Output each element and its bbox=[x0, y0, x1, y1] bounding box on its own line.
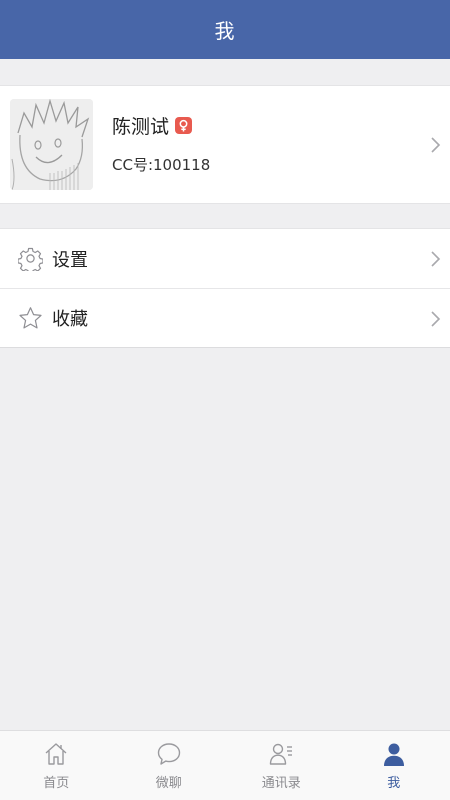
gear-icon bbox=[18, 247, 43, 271]
tab-label: 首页 bbox=[43, 776, 70, 791]
tab-label: 微聊 bbox=[155, 776, 182, 791]
female-icon bbox=[175, 116, 193, 134]
tab-chat[interactable]: 微聊 bbox=[113, 731, 226, 800]
star-icon bbox=[19, 306, 42, 328]
profile-card[interactable]: 陈测试 CC号:100118 bbox=[0, 85, 450, 204]
contacts-icon bbox=[270, 743, 293, 765]
avatar[interactable] bbox=[10, 99, 93, 190]
cc-id: CC号:100118 bbox=[112, 156, 211, 174]
avatar-sketch-image bbox=[10, 99, 93, 190]
chat-bubble-icon bbox=[157, 743, 180, 765]
tab-contacts[interactable]: 通讯录 bbox=[225, 731, 338, 800]
top-bar: 我 bbox=[0, 0, 450, 59]
menu-item-settings[interactable]: 设置 bbox=[0, 229, 450, 288]
home-icon bbox=[45, 743, 67, 765]
menu-item-favorites[interactable]: 收藏 bbox=[0, 288, 450, 347]
menu-item-label: 设置 bbox=[52, 249, 88, 271]
menu-list: 设置 收藏 bbox=[0, 228, 450, 348]
chevron-right-icon bbox=[431, 251, 441, 267]
tab-label: 我 bbox=[387, 776, 401, 791]
tab-me[interactable]: 我 bbox=[338, 731, 450, 800]
me-screen: 我 陈测试 CC号:100118 设置 收藏 首页 微聊 通讯录 我 bbox=[0, 0, 450, 800]
tab-label: 通讯录 bbox=[261, 776, 301, 791]
person-icon bbox=[383, 743, 404, 766]
chevron-right-icon bbox=[431, 311, 441, 327]
tab-home[interactable]: 首页 bbox=[0, 731, 113, 800]
profile-name: 陈测试 bbox=[112, 115, 170, 138]
page-title: 我 bbox=[214, 19, 236, 43]
name-row: 陈测试 bbox=[112, 112, 210, 138]
chevron-right-icon bbox=[431, 137, 441, 153]
menu-item-label: 收藏 bbox=[52, 309, 88, 330]
profile-info: 陈测试 CC号:100118 bbox=[112, 112, 210, 175]
bottom-tab-bar: 首页 微聊 通讯录 我 bbox=[0, 730, 450, 800]
